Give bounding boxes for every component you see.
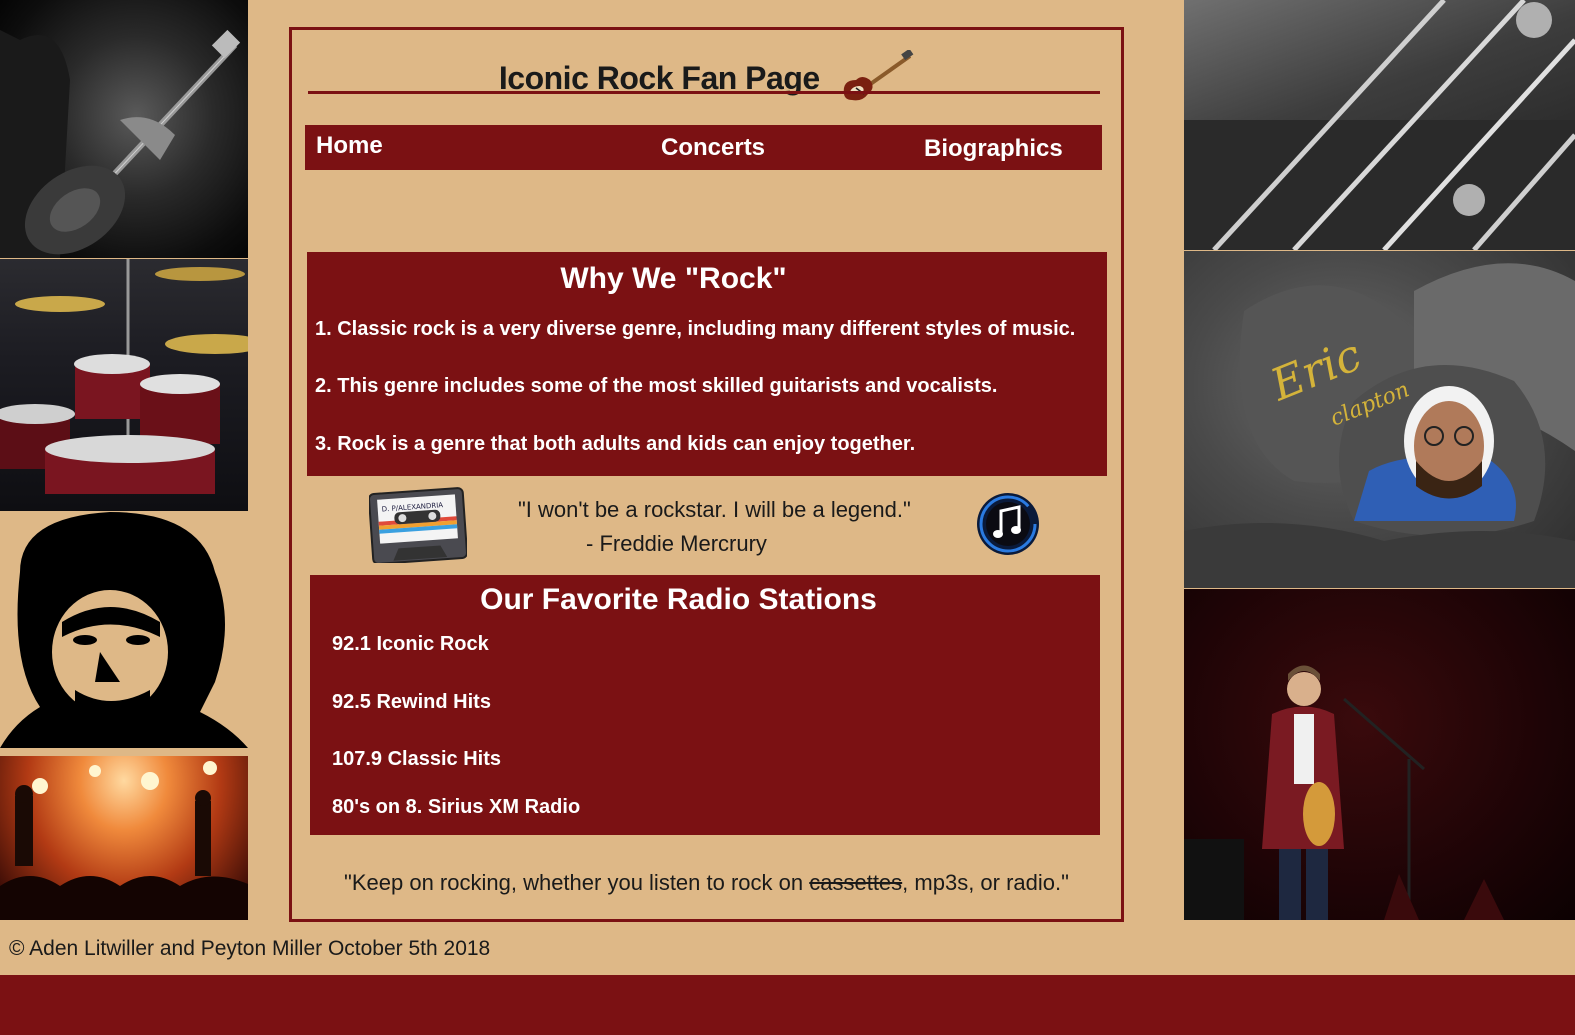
painted-rock-illustration: Eric clapton [1184, 263, 1575, 588]
closing-quote-struck-word: cassettes [809, 870, 903, 895]
title-divider [308, 91, 1100, 94]
painted-rock-photo: Eric clapton [1184, 251, 1575, 588]
footer-bar [0, 975, 1575, 1035]
closing-quote-end: , mp3s, or radio." [902, 870, 1069, 895]
music-note-icon [975, 487, 1041, 566]
footer-copyright: © Aden Litwiller and Peyton Miller Octob… [9, 937, 491, 960]
main-content-frame: Iconic Rock Fan Page Home Concerts Biogr… [289, 27, 1124, 922]
guitarist-illustration [0, 29, 241, 258]
drum-kit-photo [0, 259, 248, 511]
quote-text: "I won't be a rockstar. I will be a lege… [518, 497, 911, 522]
nav-bar: Home Concerts Biographics [305, 125, 1102, 170]
radio-stations-panel: Our Favorite Radio Stations 92.1 Iconic … [310, 575, 1100, 835]
guitarist-photo [0, 0, 248, 258]
concert-stage-illustration [0, 761, 248, 920]
cassette-tape-icon: D. P/ALEXANDRIA [368, 487, 468, 568]
hendrix-silhouette-photo [0, 512, 248, 748]
why-we-rock-panel: Why We "Rock" 1. Classic rock is a very … [307, 252, 1107, 476]
mccartney-concert-photo [1184, 589, 1575, 920]
closing-quote: "Keep on rocking, whether you listen to … [292, 870, 1121, 896]
radio-station-item: 92.5 Rewind Hits [332, 691, 491, 713]
electric-guitar-icon [842, 48, 914, 107]
nav-link-concerts[interactable]: Concerts [661, 134, 765, 162]
quote-author: - Freddie Mercrury [586, 531, 767, 556]
mccartney-concert-illustration [1184, 665, 1504, 920]
drum-kit-illustration [0, 259, 248, 494]
nav-link-biographics[interactable]: Biographics [924, 135, 1063, 163]
radio-heading: Our Favorite Radio Stations [480, 583, 877, 616]
why-heading: Why We "Rock" [560, 262, 787, 295]
bass-strings-illustration [1184, 0, 1575, 250]
why-list-item: 1. Classic rock is a very diverse genre,… [315, 318, 1076, 340]
radio-station-item: 107.9 Classic Hits [332, 748, 501, 770]
bass-strings-photo [1184, 0, 1575, 250]
why-list-item: 3. Rock is a genre that both adults and … [315, 433, 916, 455]
hendrix-silhouette-illustration [0, 512, 248, 748]
radio-station-item: 92.1 Iconic Rock [332, 633, 489, 655]
closing-quote-start: "Keep on rocking, whether you listen to … [344, 870, 810, 895]
concert-stage-photo [0, 756, 248, 920]
radio-station-item: 80's on 8. Sirius XM Radio [332, 796, 581, 818]
why-list-item: 2. This genre includes some of the most … [315, 375, 998, 397]
nav-link-home[interactable]: Home [316, 132, 383, 160]
